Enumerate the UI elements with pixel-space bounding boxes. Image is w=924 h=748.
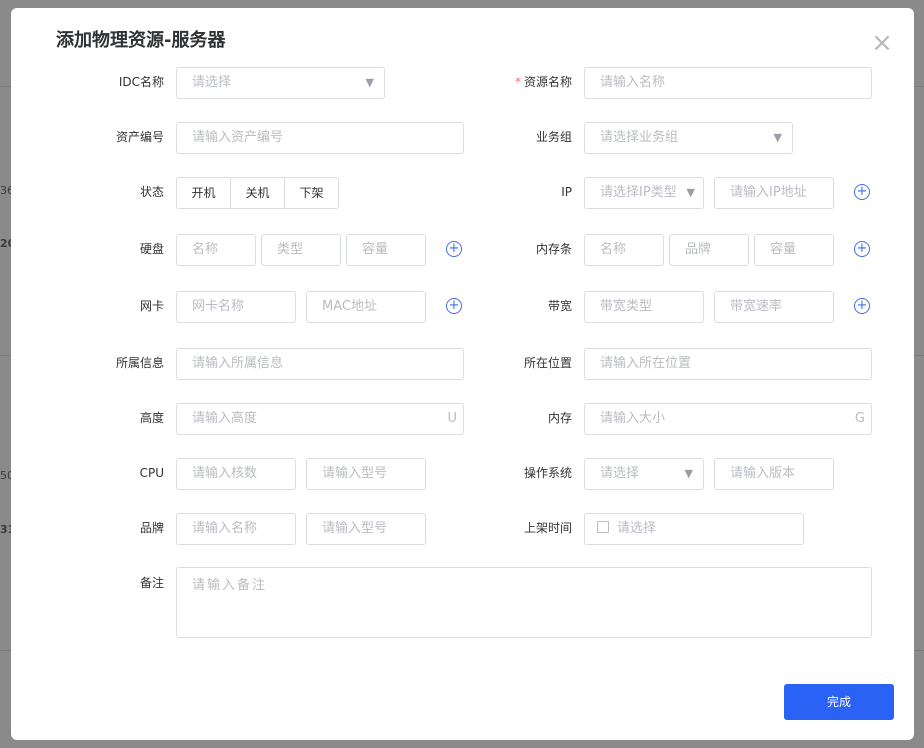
ip-type-select[interactable]: 请选择IP类型 ▼ xyxy=(584,177,704,209)
idc-placeholder: 请选择 xyxy=(192,75,232,90)
submit-button[interactable]: 完成 xyxy=(784,684,894,720)
chevron-down-icon: ▼ xyxy=(686,186,695,199)
brand-name-input[interactable]: 请输入名称 xyxy=(176,513,296,545)
memory-unit: G xyxy=(854,411,865,426)
dialog-title: 添加物理资源-服务器 xyxy=(56,30,226,51)
disk-type-placeholder: 类型 xyxy=(277,242,304,257)
memory-stick-capacity-input[interactable]: 容量 xyxy=(754,234,834,266)
memory-label: 内存 xyxy=(547,411,572,425)
location-placeholder: 请输入所在位置 xyxy=(600,356,692,371)
resource-name-label: * 资源名称 xyxy=(452,67,572,97)
ip-type-placeholder: 请选择IP类型 xyxy=(600,185,677,200)
disk-name-input[interactable]: 名称 xyxy=(176,234,256,266)
memory-stick-capacity-placeholder: 容量 xyxy=(770,242,797,257)
os-version-placeholder: 请输入版本 xyxy=(730,466,796,481)
remark-label: 备注 xyxy=(139,576,164,590)
memory-input[interactable]: 请输入大小 G xyxy=(584,403,872,435)
disk-label: 硬盘 xyxy=(139,242,164,256)
remark-placeholder: 请输入备注 xyxy=(192,578,268,593)
shelf-time-picker[interactable]: 请选择 xyxy=(584,513,804,545)
idc-select[interactable]: 请选择 ▼ xyxy=(176,67,385,99)
nic-label: 网卡 xyxy=(139,299,164,313)
memory-stick-brand-placeholder: 品牌 xyxy=(685,242,712,257)
required-mark: * xyxy=(514,75,521,89)
location-input[interactable]: 请输入所在位置 xyxy=(584,348,872,380)
height-placeholder: 请输入高度 xyxy=(192,411,258,426)
nic-name-input[interactable]: 网卡名称 xyxy=(176,291,296,323)
chevron-down-icon: ▼ xyxy=(773,131,782,144)
cpu-cores-input[interactable]: 请输入核数 xyxy=(176,458,296,490)
memory-placeholder: 请输入大小 xyxy=(600,411,666,426)
os-label: 操作系统 xyxy=(523,466,572,480)
bandwidth-type-placeholder: 带宽类型 xyxy=(600,299,653,314)
status-decommission-button[interactable]: 下架 xyxy=(284,177,339,209)
chevron-down-icon: ▼ xyxy=(365,76,374,89)
status-power-on-button[interactable]: 开机 xyxy=(176,177,231,209)
resource-name-label-text: 资源名称 xyxy=(523,75,572,89)
add-ip-icon[interactable]: + xyxy=(854,184,870,200)
os-select[interactable]: 请选择 ▼ xyxy=(584,458,704,490)
resource-name-input[interactable]: 请输入名称 xyxy=(584,67,872,99)
bandwidth-rate-input[interactable]: 带宽速率 xyxy=(714,291,834,323)
ip-label: IP xyxy=(561,185,572,199)
os-version-input[interactable]: 请输入版本 xyxy=(714,458,834,490)
disk-capacity-input[interactable]: 容量 xyxy=(346,234,426,266)
memory-stick-name-input[interactable]: 名称 xyxy=(584,234,664,266)
nic-mac-input[interactable]: MAC地址 xyxy=(306,291,426,323)
disk-capacity-placeholder: 容量 xyxy=(362,242,389,257)
close-icon[interactable]: × xyxy=(871,30,893,56)
add-memory-stick-icon[interactable]: + xyxy=(854,241,870,257)
shelf-time-label: 上架时间 xyxy=(523,521,572,535)
business-group-placeholder: 请选择业务组 xyxy=(600,130,679,145)
status-power-off-button[interactable]: 关机 xyxy=(230,177,285,209)
brand-model-placeholder: 请输入型号 xyxy=(322,521,388,536)
ownership-input[interactable]: 请输入所属信息 xyxy=(176,348,464,380)
asset-no-placeholder: 请输入资产编号 xyxy=(192,130,284,145)
idc-label: IDC名称 xyxy=(118,75,164,89)
asset-no-input[interactable]: 请输入资产编号 xyxy=(176,122,464,154)
asset-no-label: 资产编号 xyxy=(115,130,164,144)
status-label: 状态 xyxy=(139,185,164,199)
os-placeholder: 请选择 xyxy=(600,466,640,481)
add-bandwidth-icon[interactable]: + xyxy=(854,298,870,314)
cpu-model-input[interactable]: 请输入型号 xyxy=(306,458,426,490)
shelf-time-placeholder: 请选择 xyxy=(617,521,657,536)
ip-address-input[interactable]: 请输入IP地址 xyxy=(714,177,834,209)
memory-stick-name-placeholder: 名称 xyxy=(600,242,627,257)
nic-mac-placeholder: MAC地址 xyxy=(322,299,377,314)
brand-name-placeholder: 请输入名称 xyxy=(192,521,258,536)
memory-stick-label: 内存条 xyxy=(535,242,572,256)
disk-name-placeholder: 名称 xyxy=(192,242,219,257)
cpu-model-placeholder: 请输入型号 xyxy=(322,466,388,481)
disk-type-input[interactable]: 类型 xyxy=(261,234,341,266)
location-label: 所在位置 xyxy=(523,356,572,370)
bandwidth-rate-placeholder: 带宽速率 xyxy=(730,299,783,314)
bandwidth-label: 带宽 xyxy=(547,299,572,313)
business-group-label: 业务组 xyxy=(535,130,572,144)
ownership-placeholder: 请输入所属信息 xyxy=(192,356,284,371)
resource-name-placeholder: 请输入名称 xyxy=(600,75,666,90)
brand-label: 品牌 xyxy=(139,521,164,535)
height-input[interactable]: 请输入高度 U xyxy=(176,403,464,435)
business-group-select[interactable]: 请选择业务组 ▼ xyxy=(584,122,793,154)
nic-name-placeholder: 网卡名称 xyxy=(192,299,245,314)
status-toggle-group: 开机 关机 下架 xyxy=(176,177,339,209)
calendar-icon xyxy=(597,521,609,533)
cpu-label: CPU xyxy=(139,466,164,480)
cpu-cores-placeholder: 请输入核数 xyxy=(192,466,258,481)
memory-stick-brand-input[interactable]: 品牌 xyxy=(669,234,749,266)
ip-address-placeholder: 请输入IP地址 xyxy=(730,185,807,200)
ownership-label: 所属信息 xyxy=(115,356,164,370)
bandwidth-type-input[interactable]: 带宽类型 xyxy=(584,291,704,323)
chevron-down-icon: ▼ xyxy=(684,467,693,480)
height-label: 高度 xyxy=(139,411,164,425)
brand-model-input[interactable]: 请输入型号 xyxy=(306,513,426,545)
remark-textarea[interactable]: 请输入备注 xyxy=(176,567,872,638)
add-server-dialog: 添加物理资源-服务器 × IDC名称 请选择 ▼ * 资源名称 请输入名称 资产编… xyxy=(11,8,914,740)
